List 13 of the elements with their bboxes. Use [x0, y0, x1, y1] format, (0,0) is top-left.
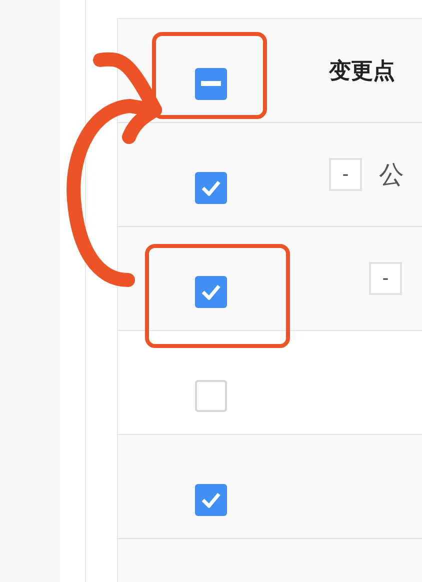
column-header: 变更点: [329, 58, 395, 86]
check-icon: [201, 284, 221, 300]
check-icon: [201, 180, 221, 196]
checkbox[interactable]: [195, 68, 227, 100]
minus-icon: [201, 81, 221, 86]
checkbox[interactable]: [195, 380, 227, 412]
checkbox[interactable]: [195, 172, 227, 204]
collapse-toggle[interactable]: -: [369, 262, 402, 295]
checkbox[interactable]: [195, 276, 227, 308]
checkbox[interactable]: [195, 484, 227, 516]
row-label: 公: [379, 159, 404, 191]
collapse-toggle[interactable]: -: [329, 158, 362, 191]
check-icon: [201, 492, 221, 508]
